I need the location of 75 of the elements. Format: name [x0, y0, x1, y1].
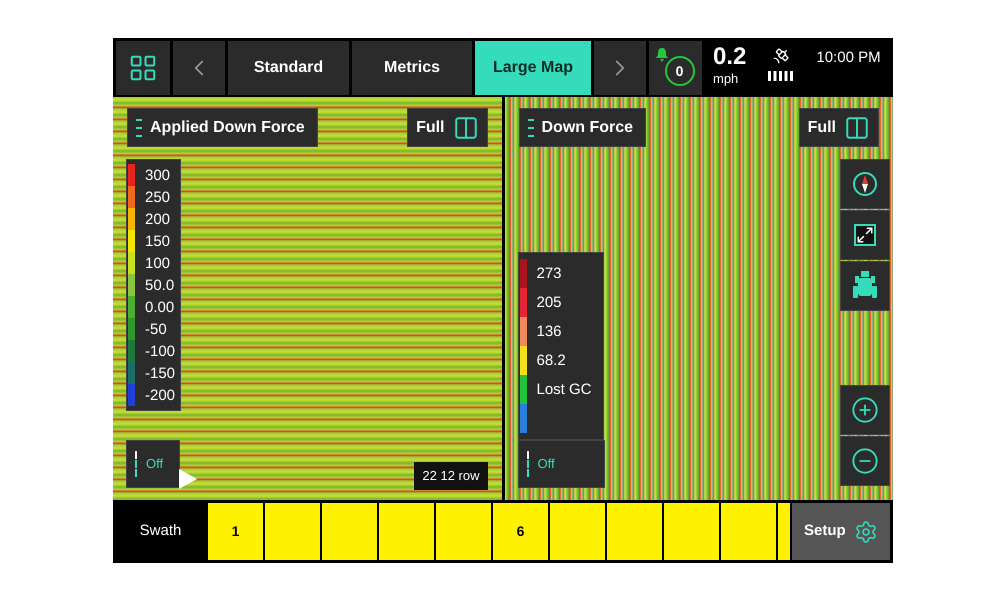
compass-icon	[852, 171, 878, 197]
legend-value: -200	[145, 388, 176, 402]
tractor-icon	[853, 271, 877, 301]
menu-icon	[136, 118, 142, 136]
speed-unit: mph	[713, 71, 738, 86]
swath-section[interactable]	[265, 503, 320, 560]
swath-section[interactable]	[778, 503, 790, 560]
menu-icon	[528, 118, 534, 136]
layer-name: Applied Down Force	[150, 118, 305, 138]
legend-value: -150	[145, 366, 176, 380]
swath-section[interactable]	[379, 503, 434, 560]
view-tab[interactable]: Standard	[228, 41, 349, 95]
toggle-label: Off	[146, 455, 164, 474]
row-width-label: 22 12 row	[414, 462, 488, 490]
toggle-button[interactable]: Off	[518, 440, 604, 488]
speed-value: 0.2	[713, 43, 746, 71]
legend-value: 100	[145, 256, 170, 270]
swath-section[interactable]	[721, 503, 776, 560]
swath-label: Swath	[138, 521, 182, 542]
legend-value: 205	[536, 295, 562, 310]
legend-value: 300	[145, 168, 170, 182]
toggle-label: Off	[538, 455, 555, 474]
legend-value: 273	[536, 266, 562, 281]
legend-value: -50	[145, 322, 167, 336]
legend-value: 50.0	[145, 278, 174, 292]
zoom-in-button[interactable]	[840, 385, 890, 435]
legend-value: 250	[145, 190, 170, 204]
legend-value: 200	[145, 212, 170, 226]
swath-section[interactable]	[436, 503, 491, 560]
legend-value: 136	[536, 324, 562, 339]
split-view-icon	[452, 114, 478, 140]
swath-section[interactable]: 6	[493, 503, 548, 560]
next-button[interactable]	[594, 41, 646, 95]
vehicle-marker-icon	[177, 467, 199, 491]
setup-label: Setup	[804, 521, 846, 542]
full-label: Full	[808, 118, 836, 138]
setup-button[interactable]: Setup	[792, 503, 890, 560]
legend-value: 68.2	[536, 353, 566, 368]
grid-icon	[128, 53, 158, 83]
clock-time: 10:00 PM	[816, 48, 881, 68]
tractor-button[interactable]	[840, 261, 890, 311]
legend-value: -100	[145, 344, 176, 358]
swath-section[interactable]	[607, 503, 662, 560]
legend-value: 0.00	[145, 300, 174, 314]
layer-name: Down Force	[542, 118, 634, 138]
swath-section[interactable]	[322, 503, 377, 560]
full-view-button[interactable]: Full	[798, 108, 879, 147]
compass-button[interactable]	[840, 159, 890, 209]
legend-value: 150	[145, 234, 170, 248]
layer-selector[interactable]: Applied Down Force	[127, 108, 318, 147]
settings-icon	[854, 520, 878, 544]
zoom-out-button[interactable]	[840, 436, 890, 486]
alerts-button[interactable]: 0	[649, 41, 702, 95]
full-label: Full	[416, 118, 444, 138]
view-tab[interactable]: Large Map	[475, 41, 591, 95]
alert-count: 0	[664, 56, 694, 86]
layer-selector[interactable]: Down Force	[518, 108, 646, 147]
bell-icon	[655, 47, 669, 63]
swath-section[interactable]: 1	[208, 503, 263, 560]
legend-value: Lost GC	[536, 382, 592, 397]
swath-section[interactable]	[664, 503, 719, 560]
full-view-button[interactable]: Full	[407, 108, 488, 147]
view-tab[interactable]: Metrics	[352, 41, 472, 95]
fit-view-button[interactable]	[840, 210, 890, 260]
zoom-in-icon	[851, 396, 879, 424]
toggle-icon	[526, 451, 530, 477]
signal-bars-icon	[768, 71, 794, 81]
toggle-button[interactable]: Off	[126, 440, 180, 488]
zoom-out-icon	[851, 447, 879, 475]
toggle-icon	[135, 451, 138, 477]
satellite-icon	[772, 47, 790, 65]
expand-icon	[854, 224, 876, 246]
swath-section[interactable]	[550, 503, 605, 560]
split-view-icon	[844, 114, 870, 140]
apps-button[interactable]	[116, 41, 170, 95]
